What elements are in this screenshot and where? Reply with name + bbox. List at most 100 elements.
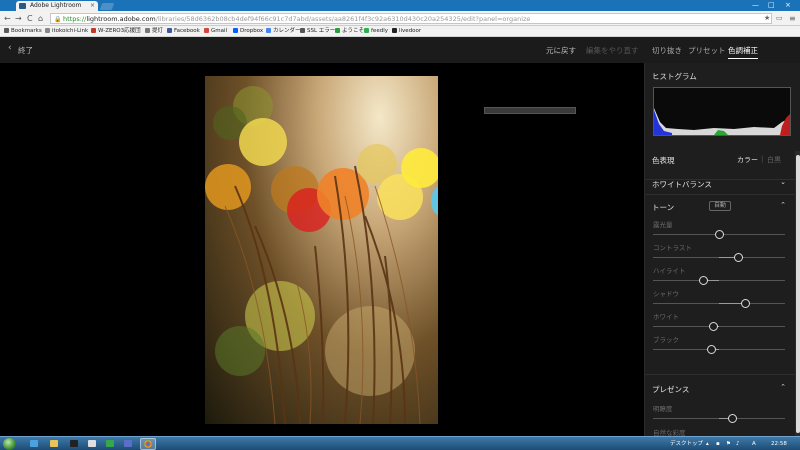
address-bar[interactable]: 🔒 https://lightroom.adobe.com/libraries/5… [50, 13, 772, 24]
tone-slider-knob[interactable] [706, 345, 716, 354]
explorer-folder-icon[interactable] [50, 440, 58, 447]
tone-slider-track[interactable] [653, 253, 785, 262]
mode-separator: | [761, 155, 764, 163]
bw-mode-button[interactable]: 白黒 [767, 155, 781, 165]
bookmark-item[interactable]: Bookmarks [4, 26, 42, 37]
chrome-icon [144, 440, 152, 448]
forward-arrow-icon[interactable]: → [15, 13, 22, 24]
bookmark-item[interactable]: feedly [364, 26, 388, 37]
scrollbar-thumb[interactable] [796, 155, 800, 433]
bookmark-label: Dropbox [240, 28, 264, 34]
tone-slider-track[interactable] [653, 345, 785, 354]
close-window-button[interactable]: × [785, 0, 791, 10]
auto-tone-button[interactable]: 自動 [709, 201, 731, 211]
volume-icon[interactable]: ♪ [736, 439, 740, 449]
chevron-up-icon[interactable]: ⌃ [780, 201, 786, 209]
redo-button: 編集をやり直す [586, 46, 639, 55]
calendar-icon [266, 27, 271, 33]
tray-icon[interactable]: ▪ [716, 439, 720, 449]
bookmark-item[interactable]: livedoor [392, 26, 421, 37]
color-treatment-label: 色表現 [652, 156, 675, 165]
tray-arrow-icon[interactable]: ▴ [706, 439, 709, 449]
histogram [653, 87, 791, 136]
undo-button[interactable]: 元に戻す [546, 45, 576, 56]
tab-crop[interactable]: 切り抜き [652, 45, 682, 56]
tone-slider-track[interactable] [653, 322, 785, 331]
url-host: lightroom.adobe.com [86, 15, 156, 23]
feedly-icon [364, 27, 369, 33]
tone-slider-knob[interactable] [698, 276, 708, 285]
tone-slider-knob[interactable] [709, 322, 719, 331]
presence-header[interactable]: プレゼンス [652, 384, 689, 395]
excel-icon[interactable] [106, 440, 114, 447]
app-icon[interactable] [88, 440, 96, 447]
star-bookmark-icon[interactable]: ★ [764, 13, 770, 24]
white-balance-header[interactable]: ホワイトバランス [652, 179, 712, 190]
bookmarks-bar: Bookmarks itokoichi-Link W-ZERO3応援団 提灯 F… [0, 26, 800, 37]
minimize-button[interactable]: — [752, 0, 759, 10]
tone-slider-track[interactable] [653, 230, 785, 239]
bookmark-label: Bookmarks [11, 28, 42, 34]
bookmark-item[interactable]: 提灯 [145, 26, 163, 37]
presence-slider-knob[interactable] [727, 414, 737, 423]
close-tab-icon[interactable]: × [90, 1, 95, 11]
active-chrome-task[interactable] [140, 438, 156, 450]
media-player-icon[interactable] [70, 440, 78, 447]
tab-title: Adobe Lightroom [30, 2, 82, 9]
flag-icon[interactable]: ⚑ [726, 439, 731, 449]
histogram-graph [654, 108, 790, 135]
start-button[interactable] [3, 438, 16, 450]
tone-slider-label: ホワイト [653, 313, 679, 321]
color-mode-button[interactable]: カラー [737, 155, 758, 165]
ime-indicator[interactable]: A [752, 439, 756, 449]
ie-icon[interactable] [30, 440, 38, 447]
panel-scrollbar[interactable] [795, 151, 800, 436]
exit-button[interactable]: 終了 [18, 45, 33, 56]
bookmark-item[interactable]: Dropbox [233, 26, 263, 37]
reload-icon[interactable]: C [27, 13, 33, 24]
back-arrow-icon[interactable]: ← [4, 13, 11, 24]
tooltip [484, 107, 576, 114]
tab-adjust[interactable]: 色調補正 [728, 45, 758, 59]
bookmark-label: itokoichi-Link [52, 28, 89, 34]
tone-slider-label: シャドウ [653, 290, 679, 298]
home-icon[interactable]: ⌂ [38, 13, 43, 24]
tone-slider-knob[interactable] [714, 230, 724, 239]
lightroom-app: ‹ 終了 元に戻す 編集をやり直す 切り抜き プリセット 色調補正 ヒストグラム… [0, 37, 800, 436]
tone-slider-label: コントラスト [653, 244, 692, 252]
bookmark-label: livedoor [399, 28, 422, 34]
browser-toolbar: ← → C ⌂ 🔒 https://lightroom.adobe.com/lib… [0, 11, 800, 26]
tone-slider-knob[interactable] [740, 299, 750, 308]
app-icon[interactable] [124, 440, 132, 447]
bookmark-item[interactable]: SSL エラー [300, 26, 335, 37]
cast-icon[interactable]: ▭ [776, 13, 783, 24]
back-chevron-icon[interactable]: ‹ [8, 43, 12, 53]
bookmark-item[interactable]: itokoichi-Link [45, 26, 88, 37]
page-icon [300, 27, 305, 33]
tone-slider-track[interactable] [653, 276, 785, 285]
maximize-button[interactable]: □ [768, 0, 775, 10]
bookmark-label: feedly [371, 28, 388, 34]
chevron-up-icon[interactable]: ⌃ [780, 383, 786, 391]
browser-tab[interactable]: Adobe Lightroom × [16, 1, 98, 11]
bookmark-item[interactable]: Gmail [204, 26, 227, 37]
chevron-down-icon[interactable]: ⌄ [780, 178, 786, 186]
bookmark-label: W-ZERO3応援団 [98, 28, 141, 34]
presence-slider-track[interactable] [653, 414, 785, 423]
bookmark-item[interactable]: W-ZERO3応援団 [91, 26, 141, 37]
desktop-toolbar-label[interactable]: デスクトップ [670, 439, 703, 449]
browser-tab-strip: Adobe Lightroom × — □ × [0, 0, 800, 11]
menu-icon[interactable]: ≡ [789, 13, 796, 24]
bookmark-item[interactable]: カレンダー [266, 26, 301, 37]
bookmark-item[interactable]: Facebook [167, 26, 200, 37]
livedoor-icon [392, 27, 397, 33]
lock-icon: 🔒 [54, 16, 62, 23]
clock[interactable]: 22:58 [771, 439, 787, 449]
tone-slider-track[interactable] [653, 299, 785, 308]
new-tab-button[interactable] [99, 3, 115, 10]
tone-slider-knob[interactable] [734, 253, 744, 262]
bookmark-item[interactable]: ようこそ [335, 26, 364, 37]
dropbox-icon [233, 27, 238, 33]
tone-header[interactable]: トーン [652, 202, 674, 213]
tab-presets[interactable]: プリセット [688, 45, 726, 56]
